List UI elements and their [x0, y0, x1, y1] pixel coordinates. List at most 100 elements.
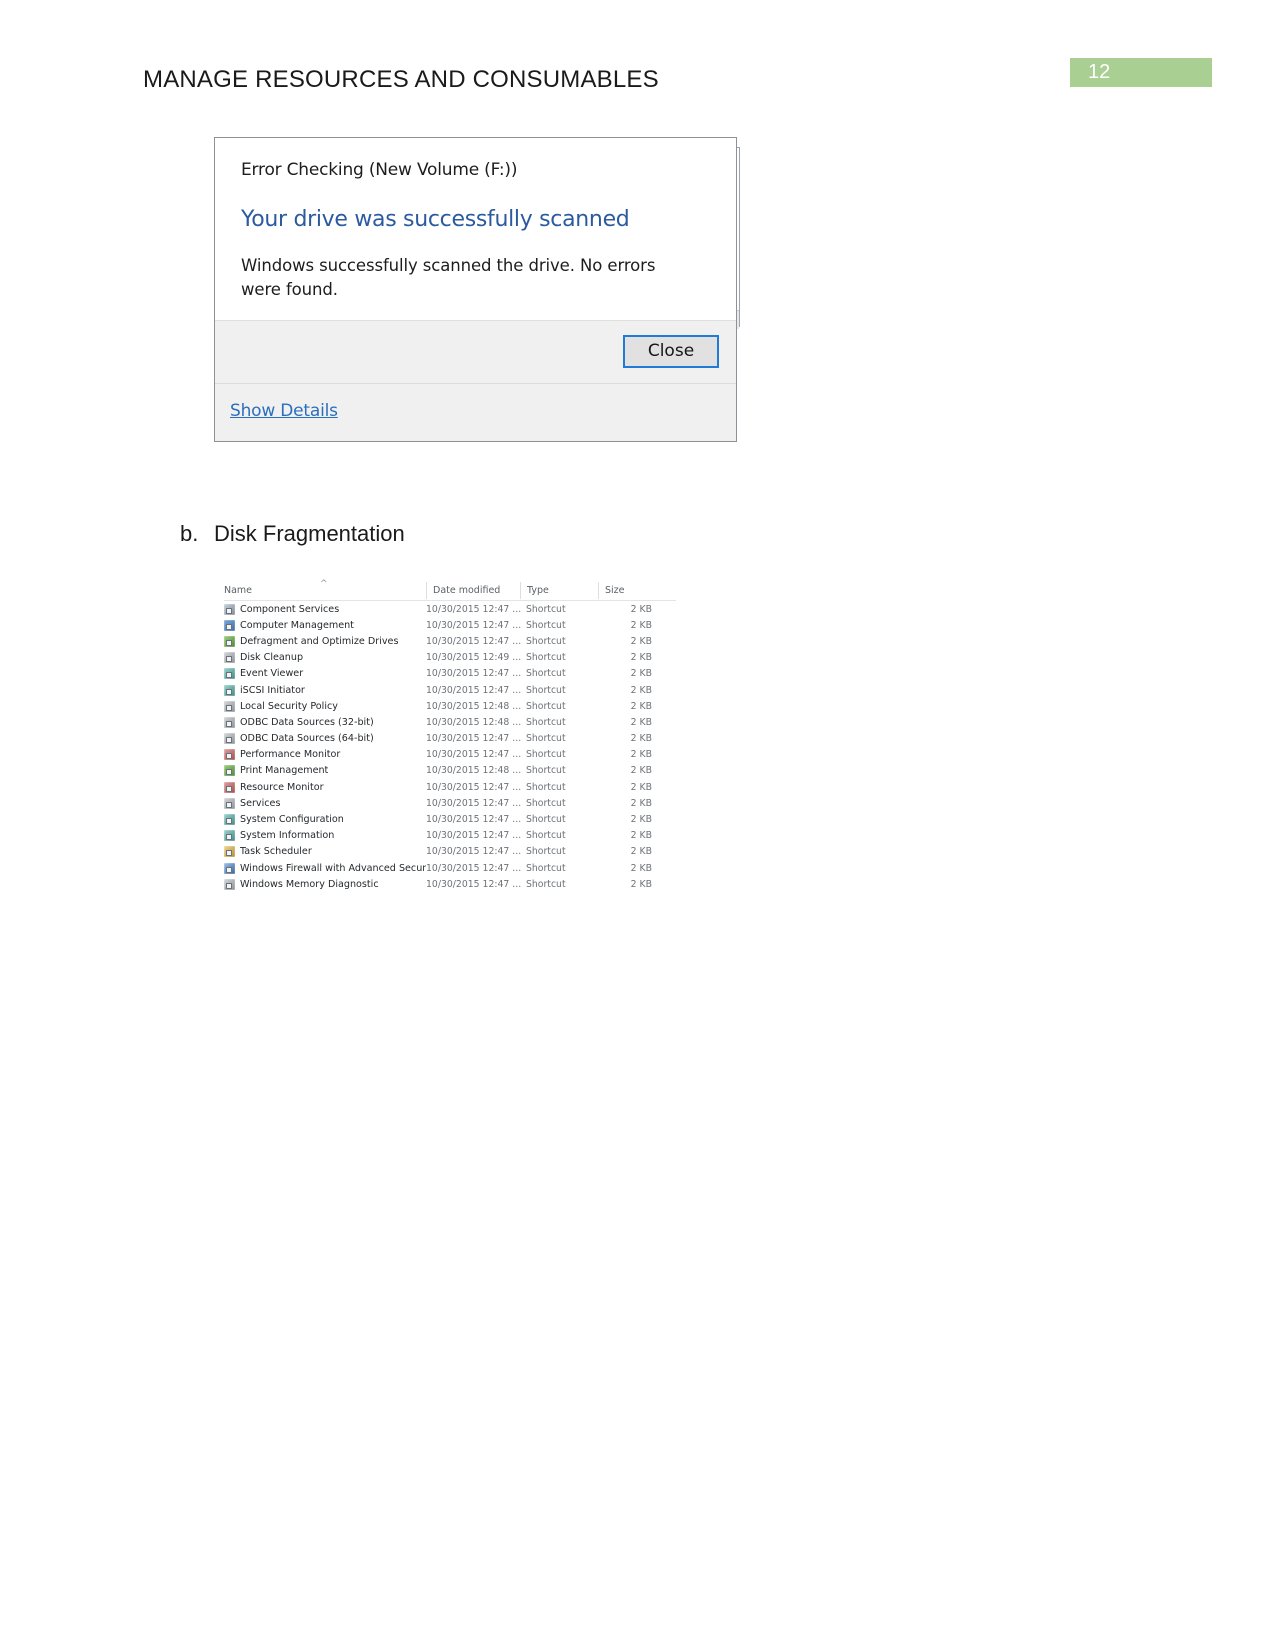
cell-date-modified: 10/30/2015 12:47 ... — [426, 781, 522, 793]
cell-size: 2 KB — [630, 603, 652, 615]
file-name-label: Computer Management — [240, 619, 354, 631]
cell-size: 2 KB — [630, 862, 652, 874]
table-row[interactable]: Resource Monitor 10/30/2015 12:47 ... Shor… — [224, 779, 676, 795]
cell-name: Disk Cleanup — [224, 652, 426, 664]
cell-size: 2 KB — [630, 684, 652, 696]
disk-cleanup-icon — [224, 652, 235, 664]
performance-monitor-icon — [224, 749, 235, 761]
file-name-label: Defragment and Optimize Drives — [240, 635, 399, 647]
computer-management-icon — [224, 619, 235, 631]
table-row[interactable]: ODBC Data Sources (32-bit) 10/30/2015 12:… — [224, 714, 676, 730]
table-row[interactable]: Windows Memory Diagnostic 10/30/2015 12:4… — [224, 876, 676, 892]
table-row[interactable]: Performance Monitor 10/30/2015 12:47 ... S… — [224, 747, 676, 763]
cell-type: Shortcut — [526, 733, 566, 745]
cell-date-modified: 10/30/2015 12:47 ... — [426, 619, 522, 631]
print-management-icon — [224, 765, 235, 777]
cell-type: Shortcut — [526, 878, 566, 890]
cell-type: Shortcut — [526, 652, 566, 664]
cell-size: 2 KB — [630, 797, 652, 809]
defragment-icon — [224, 635, 235, 647]
column-header-size[interactable]: Size — [598, 581, 658, 599]
cell-date-modified: 10/30/2015 12:47 ... — [426, 846, 522, 858]
file-name-label: Performance Monitor — [240, 749, 341, 761]
cell-name: Component Services — [224, 603, 426, 615]
cell-type: Shortcut — [526, 749, 566, 761]
file-name-label: Resource Monitor — [240, 781, 324, 793]
section-heading: b. Disk Fragmentation — [180, 521, 405, 547]
local-security-policy-icon — [224, 700, 235, 712]
close-button[interactable]: Close — [623, 335, 719, 368]
table-row[interactable]: Task Scheduler 10/30/2015 12:47 ... Shortc… — [224, 844, 676, 860]
file-name-label: System Configuration — [240, 814, 344, 826]
table-row[interactable]: System Configuration 10/30/2015 12:47 ...… — [224, 811, 676, 827]
file-name-label: Local Security Policy — [240, 700, 338, 712]
cell-type: Shortcut — [526, 684, 566, 696]
cell-date-modified: 10/30/2015 12:47 ... — [426, 862, 522, 874]
dialog-caption: Error Checking (New Volume (F:)) — [241, 160, 518, 180]
cell-date-modified: 10/30/2015 12:49 ... — [426, 652, 522, 664]
cell-size: 2 KB — [630, 878, 652, 890]
cell-type: Shortcut — [526, 797, 566, 809]
cell-size: 2 KB — [630, 765, 652, 777]
table-row[interactable]: iSCSI Initiator 10/30/2015 12:47 ... Short… — [224, 682, 676, 698]
table-row[interactable]: Windows Firewall with Advanced Security 1… — [224, 860, 676, 876]
dialog-message: Windows successfully scanned the drive. … — [241, 256, 656, 299]
component-services-icon — [224, 603, 235, 615]
column-header-name-label: Name — [224, 584, 253, 596]
cell-date-modified: 10/30/2015 12:47 ... — [426, 830, 522, 842]
page-title: MANAGE RESOURCES AND CONSUMABLES — [143, 66, 659, 93]
column-header-name[interactable]: Name ^ — [224, 579, 426, 599]
cell-name: Windows Firewall with Advanced Security — [224, 862, 426, 874]
table-row[interactable]: Print Management 10/30/2015 12:48 ... Shor… — [224, 763, 676, 779]
cell-name: Computer Management — [224, 619, 426, 631]
iscsi-initiator-icon — [224, 684, 235, 696]
cell-name: iSCSI Initiator — [224, 684, 426, 696]
table-row[interactable]: Services 10/30/2015 12:47 ... Shortcut 2 KB — [224, 795, 676, 811]
cell-name: Resource Monitor — [224, 781, 426, 793]
file-name-label: Disk Cleanup — [240, 652, 304, 664]
file-name-label: Task Scheduler — [240, 846, 312, 858]
table-row[interactable]: System Information 10/30/2015 12:47 ... Sh… — [224, 828, 676, 844]
table-row[interactable]: Event Viewer 10/30/2015 12:47 ... Shortcut… — [224, 666, 676, 682]
event-viewer-icon — [224, 668, 235, 680]
cell-date-modified: 10/30/2015 12:47 ... — [426, 733, 522, 745]
table-row[interactable]: Component Services 10/30/2015 12:47 ... Sh… — [224, 601, 676, 617]
show-details-link[interactable]: Show Details — [230, 401, 338, 421]
table-row[interactable]: Computer Management 10/30/2015 12:47 ... S… — [224, 617, 676, 633]
cell-type: Shortcut — [526, 814, 566, 826]
cell-type: Shortcut — [526, 846, 566, 858]
cell-date-modified: 10/30/2015 12:47 ... — [426, 749, 522, 761]
memory-diagnostic-icon — [224, 878, 235, 890]
cell-date-modified: 10/30/2015 12:47 ... — [426, 603, 522, 615]
table-row[interactable]: Local Security Policy 10/30/2015 12:48 ..… — [224, 698, 676, 714]
file-name-label: ODBC Data Sources (64-bit) — [240, 733, 374, 745]
file-name-label: Component Services — [240, 603, 340, 615]
table-row[interactable]: Defragment and Optimize Drives 10/30/2015… — [224, 633, 676, 649]
cell-name: Print Management — [224, 765, 426, 777]
column-header-date-modified[interactable]: Date modified — [426, 581, 520, 599]
cell-type: Shortcut — [526, 700, 566, 712]
cell-size: 2 KB — [630, 733, 652, 745]
windows-firewall-icon — [224, 862, 235, 874]
cell-type: Shortcut — [526, 765, 566, 777]
cell-size: 2 KB — [630, 619, 652, 631]
cell-size: 2 KB — [630, 668, 652, 680]
cell-type: Shortcut — [526, 619, 566, 631]
table-row[interactable]: Disk Cleanup 10/30/2015 12:49 ... Shortcut… — [224, 650, 676, 666]
cell-size: 2 KB — [630, 749, 652, 761]
dialog-button-bar: Close — [215, 320, 736, 383]
file-name-label: iSCSI Initiator — [240, 684, 305, 696]
cell-date-modified: 10/30/2015 12:48 ... — [426, 716, 522, 728]
system-configuration-icon — [224, 814, 235, 826]
error-checking-dialog: Error Checking (New Volume (F:)) Your dr… — [214, 137, 737, 442]
cell-name: Performance Monitor — [224, 749, 426, 761]
cell-name: Windows Memory Diagnostic — [224, 878, 426, 890]
dialog-heading: Your drive was successfully scanned — [241, 207, 630, 232]
cell-type: Shortcut — [526, 668, 566, 680]
file-name-label: System Information — [240, 830, 335, 842]
cell-type: Shortcut — [526, 716, 566, 728]
dialog-footer: Show Details — [215, 383, 736, 441]
table-row[interactable]: ODBC Data Sources (64-bit) 10/30/2015 12:… — [224, 731, 676, 747]
column-header-type[interactable]: Type — [520, 581, 598, 599]
cell-name: Services — [224, 797, 426, 809]
